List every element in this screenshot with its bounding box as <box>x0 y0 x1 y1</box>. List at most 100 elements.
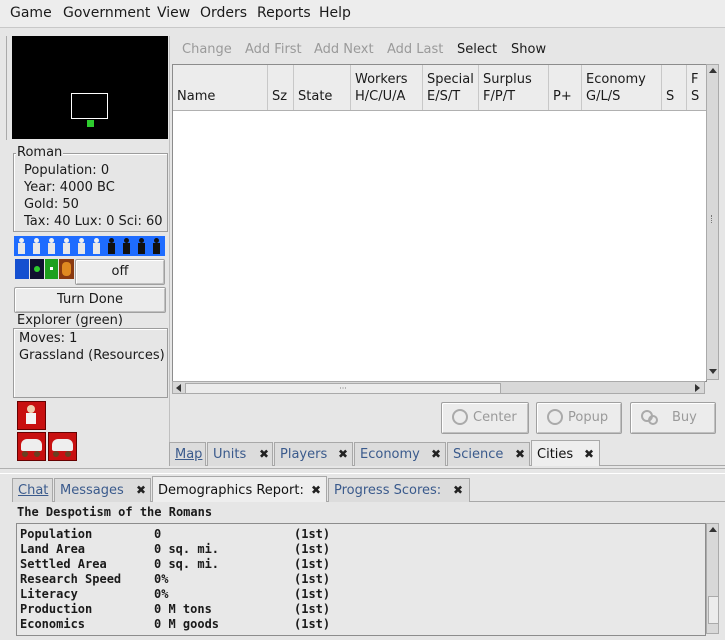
demographic-rank: (1st) <box>294 602 331 616</box>
demographic-rank: (1st) <box>294 542 331 556</box>
minimap-viewport <box>71 93 108 119</box>
demographic-value: 0 <box>154 527 162 541</box>
demographic-rank: (1st) <box>294 557 331 571</box>
scientist-icon[interactable] <box>61 237 72 255</box>
nation-name: Roman <box>16 145 64 160</box>
scientist-icon[interactable] <box>46 237 57 255</box>
show-button[interactable]: Show <box>511 42 546 57</box>
tab-science[interactable]: Science ✖ <box>447 442 530 466</box>
demographics-report-text[interactable]: Population 0 (1st) Land Area 0 sq. mi. (1st) S… <box>16 523 706 636</box>
column-header-s[interactable]: S <box>662 65 687 110</box>
close-tab-icon[interactable]: ✖ <box>338 447 348 461</box>
timeout-button[interactable]: off <box>75 259 165 285</box>
column-header-surplus[interactable]: Surplus F/P/T <box>479 65 549 110</box>
scientist-icon[interactable] <box>91 237 102 255</box>
gold-label: Gold: 50 <box>24 197 79 212</box>
demographic-rank: (1st) <box>294 617 331 631</box>
close-tab-icon[interactable]: ✖ <box>584 447 594 461</box>
scroll-left-arrow-icon[interactable] <box>176 384 181 392</box>
add-first-button[interactable]: Add First <box>245 42 302 57</box>
column-header-special[interactable]: Special E/S/T <box>423 65 479 110</box>
demographics-row: Literacy 0% (1st) <box>20 587 700 602</box>
demographics-vscrollbar[interactable] <box>706 523 719 634</box>
menu-government[interactable]: Government <box>63 5 150 21</box>
cities-vscrollbar[interactable] <box>706 64 719 380</box>
add-last-button[interactable]: Add Last <box>387 42 443 57</box>
tab-players[interactable]: Players ✖ <box>274 442 353 466</box>
close-tab-icon[interactable]: ✖ <box>311 483 321 497</box>
unit-title: Explorer (green) <box>16 313 124 328</box>
menu-bar: Game Government View Orders Reports Help <box>0 0 725 28</box>
taxman-icon[interactable] <box>151 237 162 255</box>
scientist-icon[interactable] <box>31 237 42 255</box>
demographics-row: Settled Area 0 sq. mi. (1st) <box>20 557 700 572</box>
column-header-economy[interactable]: Economy G/L/S <box>582 65 662 110</box>
scientist-icon[interactable] <box>76 237 87 255</box>
menu-reports[interactable]: Reports <box>257 5 311 21</box>
column-header-state[interactable]: State <box>294 65 351 110</box>
tab-messages[interactable]: Messages ✖ <box>54 478 151 502</box>
bulb-icon <box>15 259 29 279</box>
settler-unit-icon[interactable] <box>48 432 77 461</box>
tab-chat[interactable]: Chat <box>12 478 53 502</box>
popup-button[interactable]: Popup <box>536 402 622 434</box>
demographic-rank: (1st) <box>294 572 331 586</box>
demographic-value: 0 sq. mi. <box>154 557 220 571</box>
buy-button[interactable]: Buy <box>630 402 716 434</box>
scroll-down-arrow-icon[interactable] <box>709 369 717 374</box>
column-header-production[interactable]: P+ <box>549 65 582 110</box>
tab-economy[interactable]: Economy ✖ <box>354 442 446 466</box>
demographic-name: Literacy <box>20 587 78 601</box>
government-icon <box>59 259 74 279</box>
column-header-truncated[interactable]: FS <box>687 65 706 110</box>
scroll-up-arrow-icon[interactable] <box>709 68 717 73</box>
explorer-unit-icon[interactable] <box>17 401 46 430</box>
close-tab-icon[interactable]: ✖ <box>136 483 146 497</box>
menu-orders[interactable]: Orders <box>200 5 247 21</box>
gears-icon <box>641 410 658 425</box>
close-tab-icon[interactable]: ✖ <box>431 447 441 461</box>
pane-splitter[interactable] <box>0 468 725 474</box>
nuclear-winter-icon <box>45 259 58 279</box>
column-header-workers[interactable]: Workers H/C/U/A <box>351 65 423 110</box>
cities-hscrollbar[interactable]: ··· <box>172 381 705 394</box>
cities-table[interactable]: Name Sz State Workers H/C/U/A Special E/S/… <box>172 64 707 382</box>
center-button[interactable]: Center <box>441 402 529 434</box>
hscroll-thumb[interactable]: ··· <box>185 383 501 394</box>
close-tab-icon[interactable]: ✖ <box>259 447 269 461</box>
rates-label: Tax: 40 Lux: 0 Sci: 60 <box>24 214 163 229</box>
demographic-value: 0 sq. mi. <box>154 542 220 556</box>
column-header-size[interactable]: Sz <box>268 65 294 110</box>
taxman-icon[interactable] <box>106 237 117 255</box>
pane-grip[interactable] <box>0 36 7 140</box>
scientist-icon[interactable] <box>16 237 27 255</box>
demographic-name: Settled Area <box>20 557 107 571</box>
tab-demographics-report[interactable]: Demographics Report: ✖ <box>152 476 327 502</box>
menu-view[interactable]: View <box>157 5 190 21</box>
change-button[interactable]: Change <box>182 42 232 57</box>
scroll-right-arrow-icon[interactable] <box>695 384 700 392</box>
settler-unit-icon[interactable] <box>17 432 46 461</box>
tab-cities[interactable]: Cities ✖ <box>531 440 600 466</box>
scroll-thumb[interactable] <box>708 596 719 624</box>
menu-help[interactable]: Help <box>319 5 351 21</box>
close-tab-icon[interactable]: ✖ <box>515 447 525 461</box>
minimap[interactable] <box>12 36 168 139</box>
turn-done-button[interactable]: Turn Done <box>14 287 166 313</box>
select-button[interactable]: Select <box>457 42 497 57</box>
zoom-in-icon <box>547 409 563 425</box>
taxman-icon[interactable] <box>121 237 132 255</box>
menu-game[interactable]: Game <box>10 5 52 21</box>
scroll-up-arrow-icon[interactable] <box>709 527 717 532</box>
demographic-value: 0% <box>154 572 169 586</box>
population-label: Population: 0 <box>24 163 110 178</box>
column-header-name[interactable]: Name <box>173 65 268 110</box>
unit-moves: Moves: 1 <box>19 331 78 346</box>
tab-map[interactable]: Map <box>169 442 206 466</box>
tab-progress-scores[interactable]: Progress Scores: ✖ <box>328 478 470 502</box>
demographics-row: Population 0 (1st) <box>20 527 700 542</box>
add-next-button[interactable]: Add Next <box>314 42 374 57</box>
taxman-icon[interactable] <box>136 237 147 255</box>
close-tab-icon[interactable]: ✖ <box>453 483 463 497</box>
tab-units[interactable]: Units ✖ <box>207 442 273 466</box>
